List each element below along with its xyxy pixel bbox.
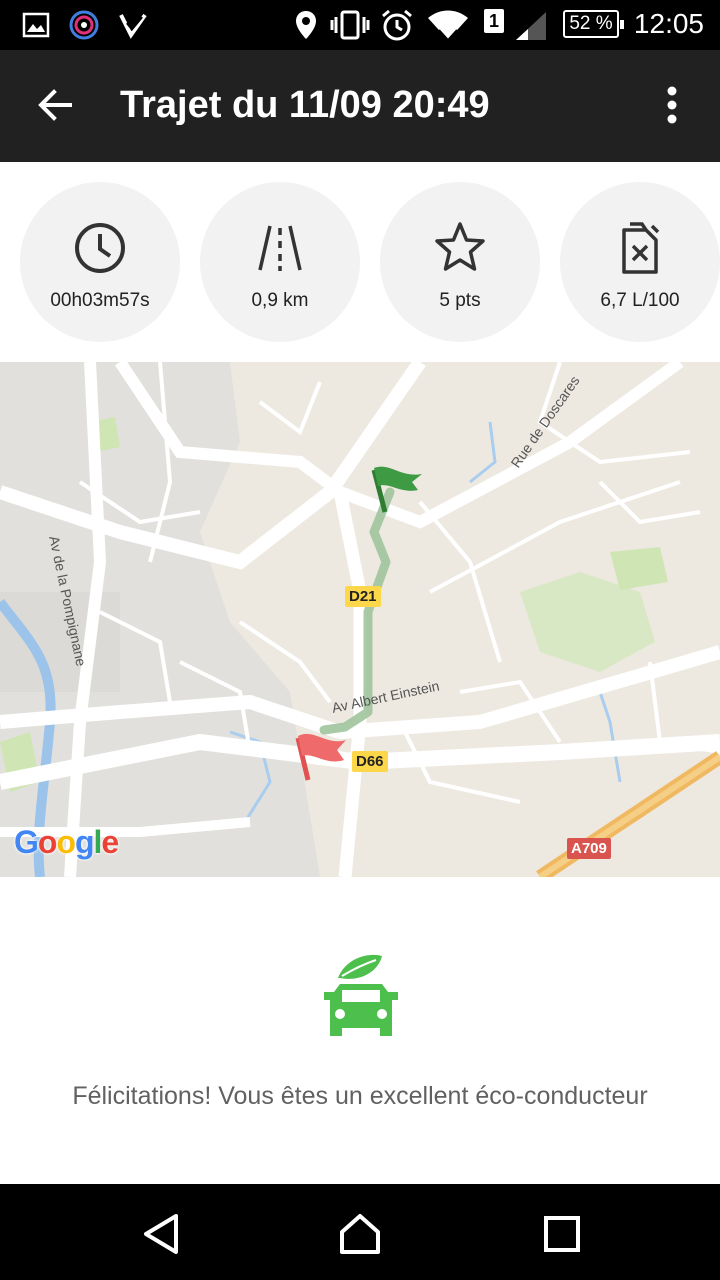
eco-message: Félicitations! Vous êtes un excellent éc…	[72, 1082, 648, 1110]
sim-icon: 1	[484, 9, 504, 33]
map-canvas	[0, 362, 720, 877]
route-map[interactable]: D21 D66 A709 Rue de Doscares Av de la Po…	[0, 362, 720, 877]
app-bar: Trajet du 11/09 20:49	[0, 50, 720, 162]
nav-recents-icon[interactable]	[540, 1212, 584, 1256]
fuel-can-icon	[622, 222, 660, 274]
nav-home-icon[interactable]	[338, 1212, 382, 1256]
wifi-icon	[428, 10, 468, 41]
battery-icon: 52 %	[563, 10, 624, 38]
location-icon	[296, 11, 316, 39]
arrow-back-icon[interactable]	[30, 80, 80, 130]
eco-car-icon	[324, 954, 398, 1036]
nav-back-icon[interactable]	[140, 1212, 184, 1256]
stat-consumption-value: 6,7 L/100	[600, 290, 680, 311]
stat-duration-value: 00h03m57s	[50, 290, 150, 311]
vibrate-icon	[330, 10, 370, 40]
road-label-a709: A709	[567, 838, 611, 859]
image-icon	[22, 12, 50, 38]
stat-points: 5 pts	[380, 182, 540, 342]
star-icon	[435, 222, 485, 271]
end-flag-icon	[371, 466, 422, 513]
clock-icon	[75, 223, 125, 273]
road-label-d21: D21	[345, 586, 381, 607]
stat-distance: 0,9 km	[200, 182, 360, 342]
app-screen: 1 52 % 12:05 Trajet du 11/09 20:49 00h03…	[0, 0, 720, 1280]
status-time: 12:05	[633, 8, 704, 39]
check-app-icon	[119, 13, 147, 39]
more-vert-icon[interactable]	[650, 80, 694, 130]
park-area	[610, 547, 668, 590]
alarm-icon	[382, 9, 412, 41]
stat-duration: 00h03m57s	[20, 182, 180, 342]
stat-consumption: 6,7 L/100	[560, 182, 720, 342]
road-label-d66: D66	[352, 751, 388, 772]
stat-distance-value: 0,9 km	[251, 290, 309, 311]
road-icon	[258, 225, 302, 271]
navigation-bar	[0, 1184, 720, 1280]
page-title: Trajet du 11/09 20:49	[120, 84, 490, 126]
google-logo: Google	[14, 824, 119, 860]
stat-points-value: 5 pts	[439, 290, 481, 311]
status-bar: 1 52 % 12:05	[0, 0, 720, 50]
signal-icon	[516, 12, 546, 40]
app-icon	[69, 10, 99, 40]
